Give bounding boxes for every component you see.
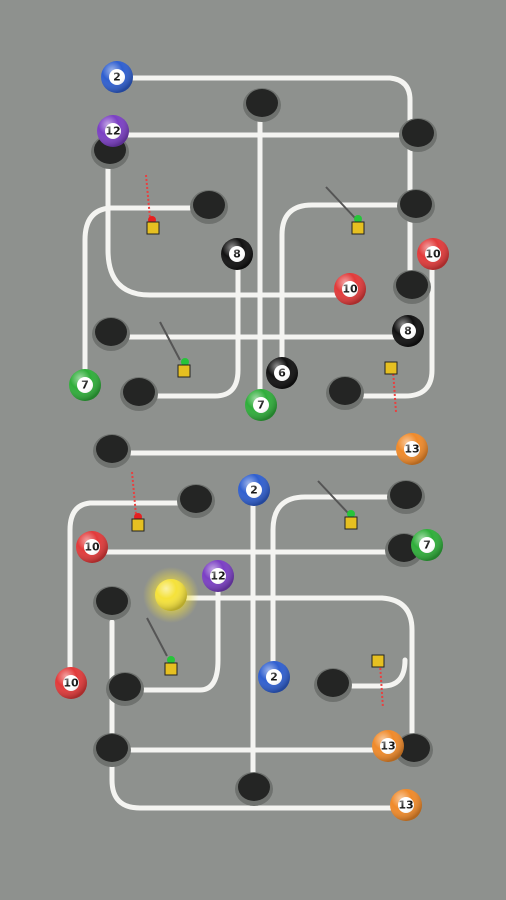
holes: [91, 88, 437, 806]
ball[interactable]: 8: [392, 315, 424, 347]
gate-red[interactable]: [145, 174, 160, 235]
hole[interactable]: [120, 377, 158, 411]
hole[interactable]: [93, 733, 131, 767]
ball[interactable]: 12: [97, 115, 129, 147]
hole[interactable]: [92, 317, 130, 351]
hole[interactable]: [326, 376, 364, 410]
ball[interactable]: 10: [417, 238, 449, 270]
hole[interactable]: [314, 668, 352, 702]
hole[interactable]: [177, 484, 215, 518]
gate-red[interactable]: [384, 361, 398, 413]
ball[interactable]: 13: [390, 789, 422, 821]
cue-ball[interactable]: [143, 567, 199, 623]
hole[interactable]: [399, 118, 437, 152]
hole[interactable]: [93, 434, 131, 468]
gate-green[interactable]: [317, 480, 358, 530]
ball[interactable]: 8: [221, 238, 253, 270]
ball[interactable]: 6: [266, 357, 298, 389]
gate-green[interactable]: [159, 321, 191, 378]
hole[interactable]: [106, 672, 144, 706]
ball[interactable]: 10: [55, 667, 87, 699]
hole[interactable]: [397, 189, 435, 223]
ball[interactable]: 7: [411, 529, 443, 561]
hole[interactable]: [243, 88, 281, 122]
hole[interactable]: [387, 480, 425, 514]
ball[interactable]: 2: [238, 474, 270, 506]
hole[interactable]: [393, 270, 431, 304]
ball[interactable]: 7: [245, 389, 277, 421]
ball[interactable]: 13: [372, 730, 404, 762]
gates: [131, 174, 398, 709]
ball[interactable]: 10: [334, 273, 366, 305]
ball[interactable]: 12: [202, 560, 234, 592]
ball[interactable]: 13: [396, 433, 428, 465]
ball[interactable]: 2: [258, 661, 290, 693]
ball[interactable]: 2: [101, 61, 133, 93]
game-board: 2 12 8 10 10 8 7: [55, 61, 449, 821]
gate-green[interactable]: [325, 186, 365, 235]
hole[interactable]: [235, 772, 273, 806]
ball[interactable]: 10: [76, 531, 108, 563]
gate-red[interactable]: [371, 654, 385, 709]
hole[interactable]: [93, 586, 131, 620]
hole[interactable]: [190, 190, 228, 224]
ball[interactable]: 7: [69, 369, 101, 401]
gate-green[interactable]: [146, 617, 178, 676]
